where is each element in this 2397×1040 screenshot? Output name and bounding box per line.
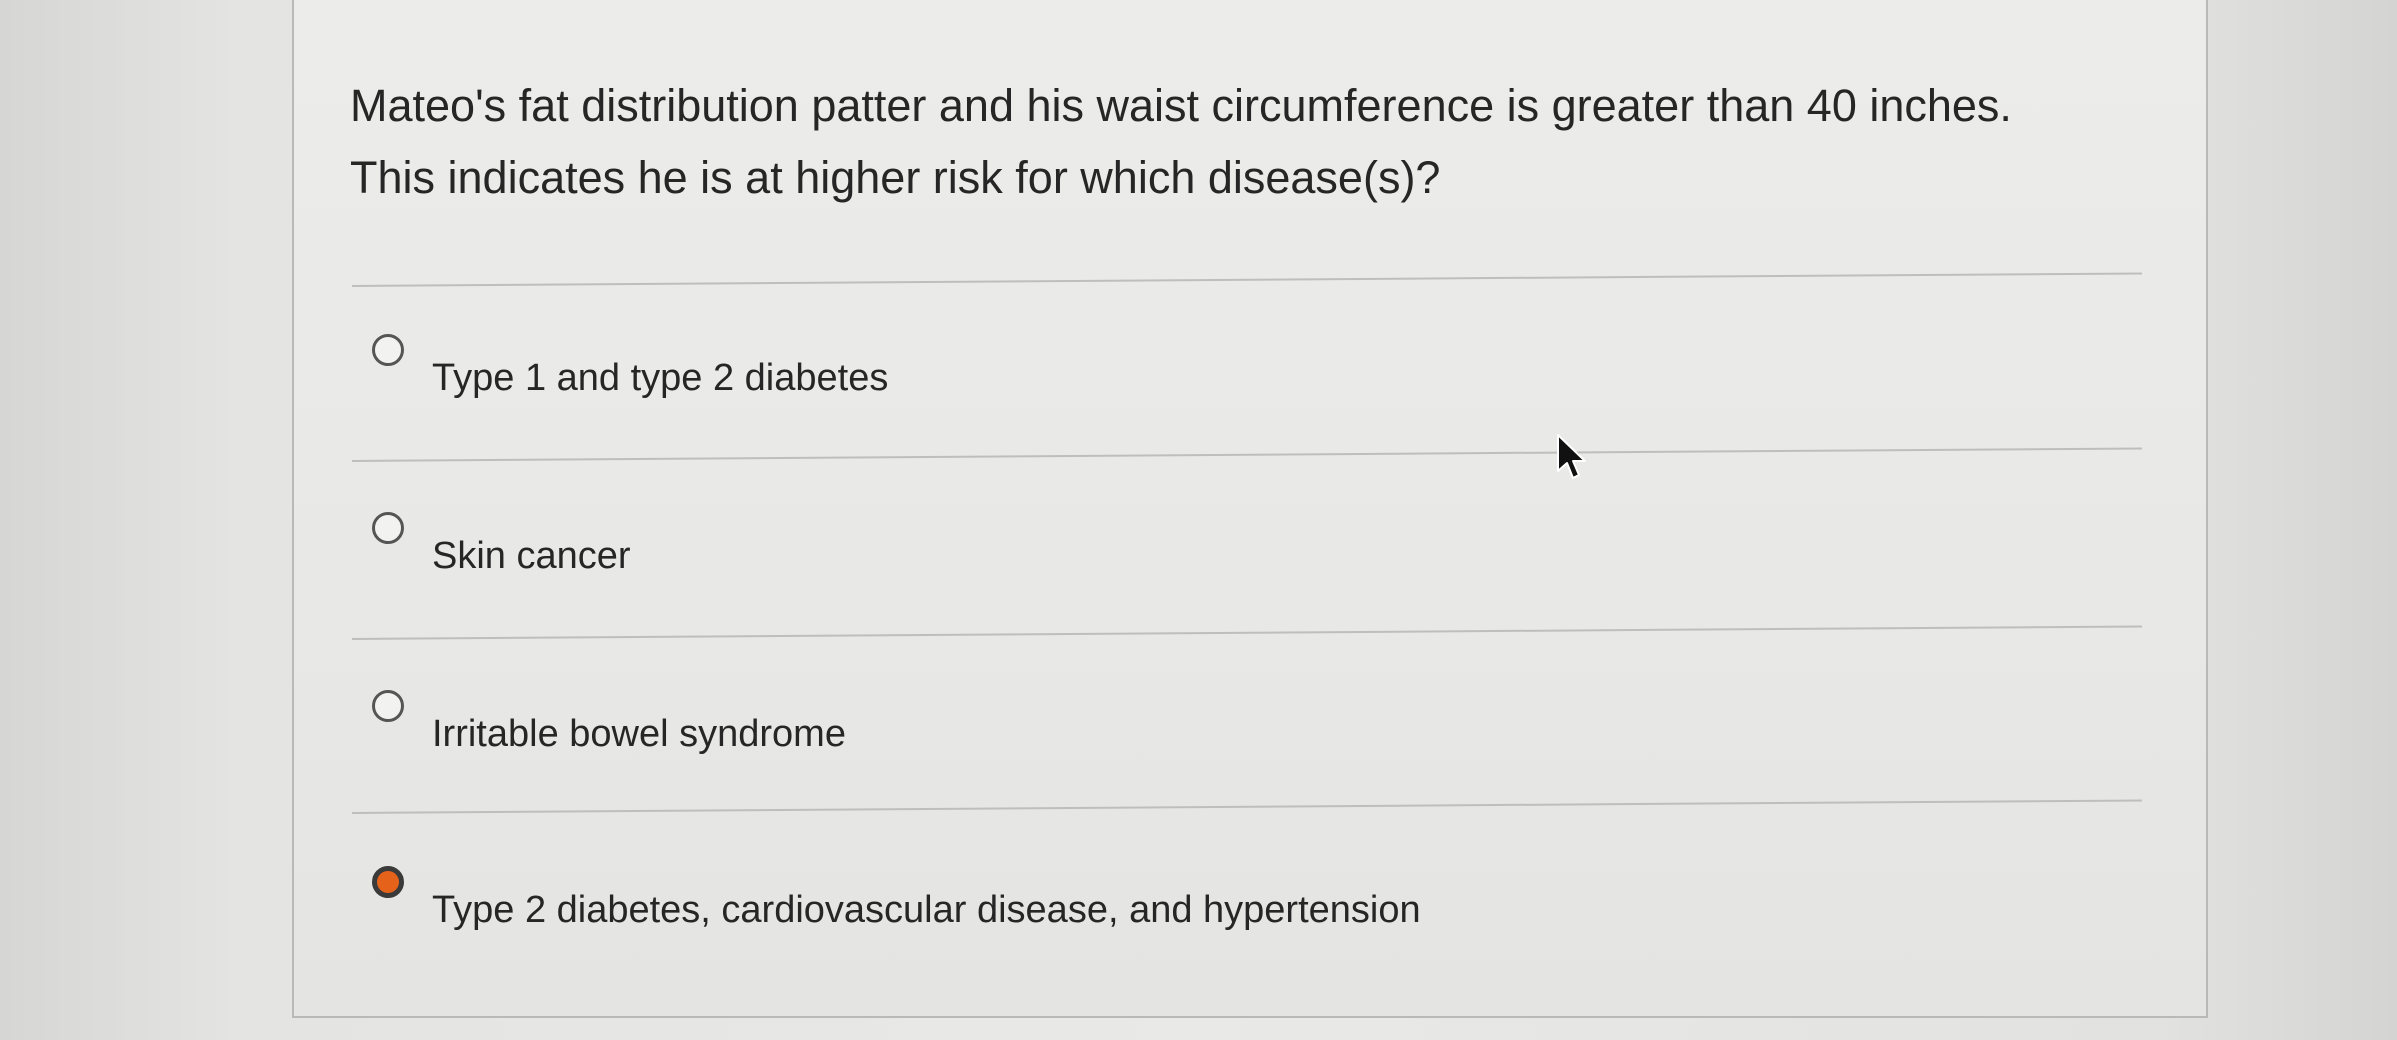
option-type2-diabetes-cardiovascular-hypertension[interactable]: Type 2 diabetes, cardiovascular disease,…: [372, 866, 2072, 966]
question-text: Mateo's fat distribution patter and his …: [350, 80, 2012, 203]
radio-button[interactable]: [372, 690, 404, 722]
option-label: Skin cancer: [432, 535, 631, 577]
option-skin-cancer[interactable]: Skin cancer: [372, 512, 2072, 612]
option-label: Type 1 and type 2 diabetes: [432, 357, 889, 399]
option-type1-type2-diabetes[interactable]: Type 1 and type 2 diabetes: [372, 334, 2072, 434]
option-irritable-bowel-syndrome[interactable]: Irritable bowel syndrome: [372, 690, 2072, 790]
radio-button-selected[interactable]: [372, 866, 404, 898]
option-label: Irritable bowel syndrome: [432, 713, 846, 755]
option-label: Type 2 diabetes, cardiovascular disease,…: [432, 889, 1421, 931]
radio-button[interactable]: [372, 512, 404, 544]
mouse-pointer-icon: [1557, 434, 1586, 479]
radio-button[interactable]: [372, 334, 404, 366]
